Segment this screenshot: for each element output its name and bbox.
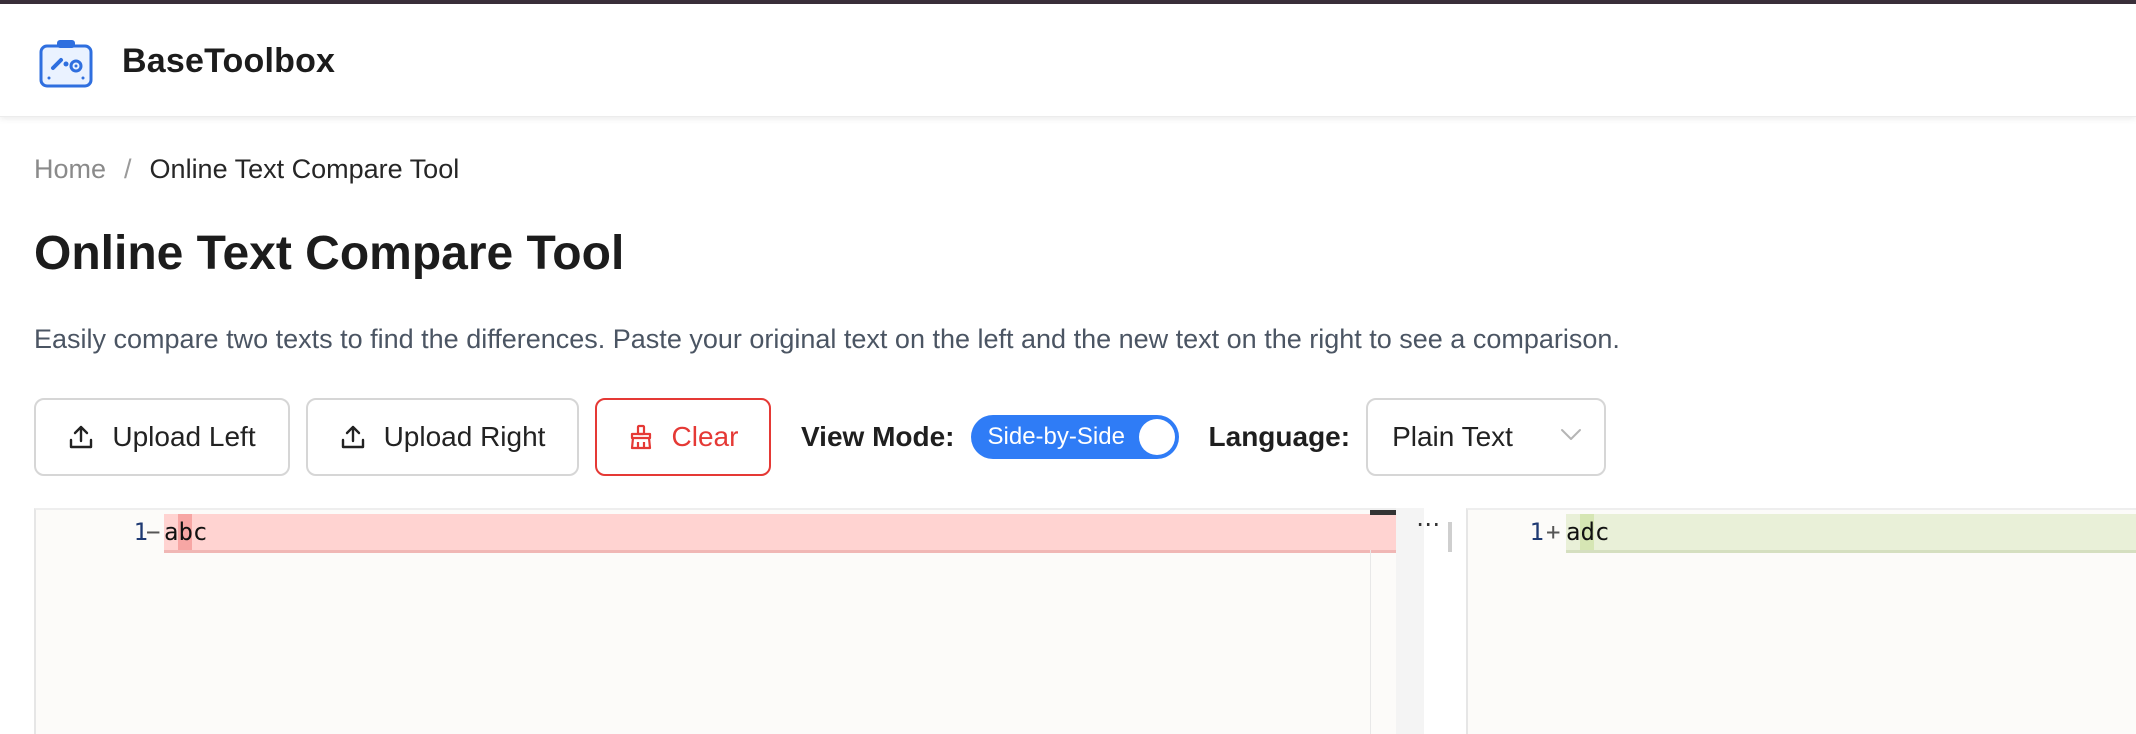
overview-ruler-marker <box>1370 514 1398 550</box>
upload-right-label: Upload Right <box>383 421 546 452</box>
toolbar: Upload Left Upload Right Clear View Mode… <box>34 397 1607 477</box>
site-header: BaseToolbox <box>0 4 2136 117</box>
scrollbar-thumb[interactable] <box>1370 510 1398 515</box>
toolbox-logo-icon[interactable] <box>39 38 93 88</box>
left-line-sign: − <box>146 518 161 546</box>
left-line-text: abc <box>164 518 208 546</box>
right-added-line[interactable]: adc <box>1566 514 2136 553</box>
breadcrumb: Home / Online Text Compare Tool <box>34 154 459 185</box>
language-select[interactable]: Plain Text <box>1366 398 1607 476</box>
right-line-text: adc <box>1566 518 1610 546</box>
page-description: Easily compare two texts to find the dif… <box>34 324 1620 354</box>
language-value: Plain Text <box>1392 421 1513 452</box>
right-line-sign: + <box>1546 518 1561 546</box>
chevron-down-icon <box>1561 429 1582 440</box>
diff-viewer: 1 − abc ⋯ 1 + adc <box>34 508 2136 734</box>
upload-left-button[interactable]: Upload Left <box>34 398 290 476</box>
view-mode-toggle[interactable]: Side-by-Side <box>970 415 1179 459</box>
clear-label: Clear <box>671 421 739 452</box>
upload-icon <box>341 425 364 449</box>
more-options-icon[interactable]: ⋯ <box>1416 510 1441 539</box>
toggle-knob <box>1138 419 1175 455</box>
left-editor-pane[interactable]: 1 − abc <box>34 508 1398 734</box>
upload-icon <box>70 425 93 449</box>
page-title: Online Text Compare Tool <box>34 227 625 280</box>
left-removed-line[interactable]: abc <box>164 514 1396 553</box>
view-mode-value: Side-by-Side <box>987 423 1125 450</box>
breadcrumb-separator: / <box>124 154 132 184</box>
view-mode-label: View Mode: <box>801 421 955 452</box>
broom-icon <box>630 424 651 450</box>
right-line-number: 1 <box>1529 518 1544 546</box>
upload-right-button[interactable]: Upload Right <box>306 398 579 476</box>
breadcrumb-current: Online Text Compare Tool <box>149 154 460 184</box>
left-line-number: 1 <box>133 518 148 546</box>
clear-button[interactable]: Clear <box>595 398 771 476</box>
breadcrumb-home-link[interactable]: Home <box>34 154 106 185</box>
gutter-background <box>1396 508 1424 734</box>
resize-handle[interactable] <box>1448 522 1452 552</box>
brand-name[interactable]: BaseToolbox <box>122 42 335 81</box>
right-editor-pane[interactable]: 1 + adc <box>1466 508 2136 734</box>
upload-left-label: Upload Left <box>112 421 256 452</box>
diff-gutter: ⋯ <box>1396 508 1466 734</box>
language-label: Language: <box>1208 421 1351 452</box>
